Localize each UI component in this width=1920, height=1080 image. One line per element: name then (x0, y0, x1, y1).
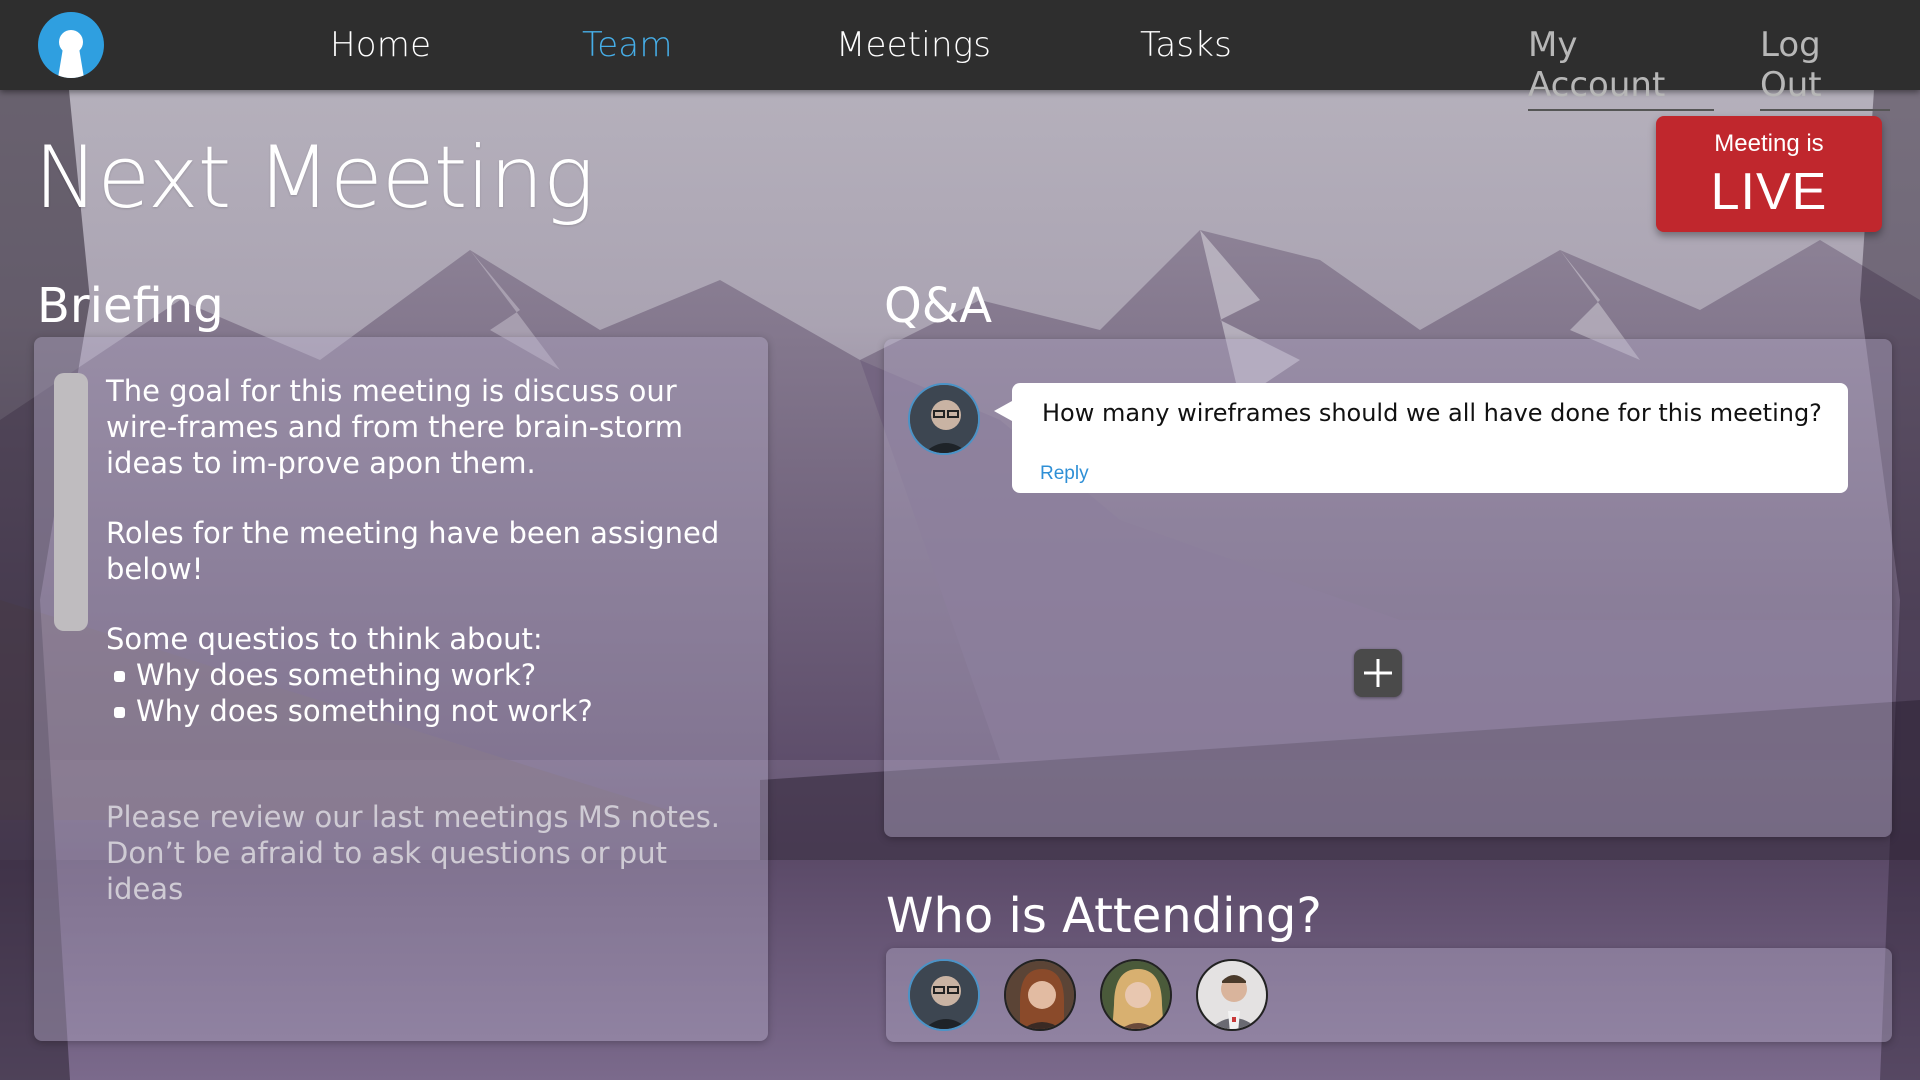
nav-team-link[interactable]: Team (582, 25, 673, 65)
question-bubble: How many wireframes should we all have d… (994, 383, 1848, 493)
top-navbar: Home Team Meetings Tasks My Account Log … (0, 0, 1920, 111)
briefing-questions-list: Why does something work? Why does someth… (106, 657, 726, 729)
briefing-scrollbar[interactable] (54, 373, 88, 631)
briefing-roles-text: Roles for the meeting have been assigned… (106, 516, 720, 586)
attending-heading: Who is Attending? (886, 888, 1322, 944)
live-badge-caption: Meeting is (1714, 130, 1824, 157)
add-question-button[interactable] (1354, 649, 1402, 697)
my-account-link[interactable]: My Account (1528, 25, 1714, 111)
keyhole-logo-icon[interactable] (38, 12, 104, 78)
briefing-heading: Briefing (37, 278, 224, 334)
qa-panel: How many wireframes should we all have d… (884, 339, 1892, 837)
nav-home-link[interactable]: Home (330, 25, 431, 65)
man-glasses-avatar[interactable] (908, 383, 980, 455)
nav-meetings-link[interactable]: Meetings (836, 25, 991, 65)
list-item: Why does something not work? (106, 693, 726, 729)
page-title: Next Meeting (34, 128, 594, 228)
reply-link[interactable]: Reply (1040, 463, 1089, 485)
plus-icon (1364, 659, 1392, 687)
nav-tasks-link[interactable]: Tasks (1140, 25, 1232, 65)
briefing-goal-text: The goal for this meeting is discuss our… (106, 374, 683, 480)
qa-heading: Q&A (884, 278, 993, 334)
briefing-body: The goal for this meeting is discuss our… (106, 373, 726, 729)
briefing-questions-intro: Some questios to think about: (106, 622, 543, 656)
man-glasses-avatar[interactable] (908, 959, 980, 1031)
attending-panel (886, 948, 1892, 1042)
briefing-note-line: Please review our last meetings MS notes… (106, 800, 721, 834)
woman-red-hair-avatar[interactable] (1004, 959, 1076, 1031)
woman-blonde-avatar[interactable] (1100, 959, 1172, 1031)
briefing-note-line: Don’t be afraid to ask questions or put … (106, 836, 667, 906)
man-blazer-avatar[interactable] (1196, 959, 1268, 1031)
briefing-note: Please review our last meetings MS notes… (106, 799, 746, 907)
question-text: How many wireframes should we all have d… (1042, 399, 1822, 427)
log-out-link[interactable]: Log Out (1760, 25, 1890, 111)
meeting-live-badge: Meeting is LIVE (1656, 116, 1882, 232)
live-badge-status: LIVE (1710, 163, 1828, 221)
list-item: Why does something work? (106, 657, 726, 693)
briefing-panel: The goal for this meeting is discuss our… (34, 337, 768, 1041)
